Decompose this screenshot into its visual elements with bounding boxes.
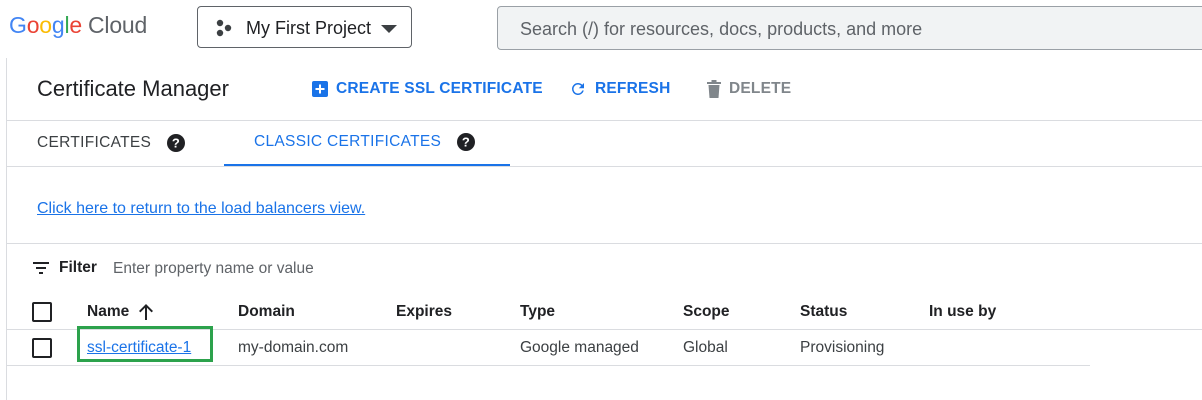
tab-classic-certificates[interactable]: CLASSIC CERTIFICATES ? (224, 120, 510, 166)
google-cloud-logo[interactable]: Google Cloud (9, 12, 147, 39)
page-header: Certificate Manager CREATE SSL CERTIFICA… (7, 58, 1202, 121)
column-header-name-label: Name (87, 302, 130, 320)
cell-status: Provisioning (800, 338, 885, 356)
cell-name: ssl-certificate-1 (87, 330, 191, 365)
help-icon[interactable]: ? (457, 133, 476, 151)
logo-letter: e (69, 12, 82, 38)
logo-letter: o (39, 12, 52, 38)
page-title: Certificate Manager (37, 76, 229, 101)
cell-type: Google managed (520, 338, 639, 356)
tab-classic-certificates-label: CLASSIC CERTIFICATES (254, 133, 442, 150)
column-header-scope[interactable]: Scope (683, 294, 730, 329)
logo-cloud-text: Cloud (88, 12, 148, 38)
filter-input[interactable] (111, 257, 515, 281)
delete-button[interactable]: DELETE (707, 80, 791, 98)
tab-certificates-label: CERTIFICATES (37, 134, 152, 151)
table-row: ssl-certificate-1 my-domain.com Google m… (7, 330, 1090, 366)
svg-text:?: ? (172, 136, 180, 151)
search-input[interactable] (518, 16, 1182, 42)
help-icon[interactable]: ? (167, 134, 186, 152)
top-bar: Google Cloud My First Project (0, 0, 1202, 58)
sort-arrow-up-icon[interactable] (139, 303, 154, 320)
tab-certificates[interactable]: CERTIFICATES ? (37, 120, 186, 166)
tab-bar: CERTIFICATES ? CLASSIC CERTIFICATES ? (7, 120, 1202, 167)
return-to-load-balancers-link[interactable]: Click here to return to the load balance… (37, 200, 365, 218)
row-checkbox[interactable] (32, 337, 52, 358)
trash-icon (707, 80, 721, 98)
project-picker-button[interactable]: My First Project (197, 6, 412, 48)
search-box[interactable] (497, 6, 1202, 50)
svg-text:?: ? (462, 135, 470, 150)
dropdown-caret-icon (381, 25, 397, 33)
logo-letter: g (51, 12, 65, 38)
refresh-label: REFRESH (595, 80, 671, 97)
column-header-type[interactable]: Type (520, 294, 555, 329)
column-header-name[interactable]: Name (87, 294, 154, 329)
cell-domain: my-domain.com (238, 338, 349, 356)
create-ssl-certificate-label: CREATE SSL CERTIFICATE (336, 80, 543, 97)
project-name: My First Project (246, 18, 372, 38)
cell-scope: Global (683, 338, 728, 356)
column-header-status[interactable]: Status (800, 294, 847, 329)
filter-bar: Filter (7, 243, 1202, 295)
delete-label: DELETE (729, 80, 792, 97)
filter-label: Filter (59, 259, 97, 276)
filter-icon (33, 262, 49, 274)
logo-letter: G (9, 12, 27, 38)
certificate-name-link[interactable]: ssl-certificate-1 (87, 339, 191, 357)
add-box-icon (312, 81, 328, 97)
refresh-icon (571, 82, 584, 95)
column-header-in-use-by[interactable]: In use by (929, 294, 996, 329)
column-header-domain[interactable]: Domain (238, 294, 295, 329)
create-ssl-certificate-button[interactable]: CREATE SSL CERTIFICATE (312, 80, 543, 98)
select-all-cell (32, 294, 52, 329)
logo-letter: o (26, 12, 40, 38)
row-select-cell (32, 330, 52, 365)
refresh-button[interactable]: REFRESH (569, 80, 670, 98)
select-all-checkbox[interactable] (32, 301, 52, 322)
project-dots-icon (216, 19, 232, 37)
table-header: Name Domain Expires Type Scope Status In… (7, 294, 1202, 330)
column-header-expires[interactable]: Expires (396, 294, 452, 329)
